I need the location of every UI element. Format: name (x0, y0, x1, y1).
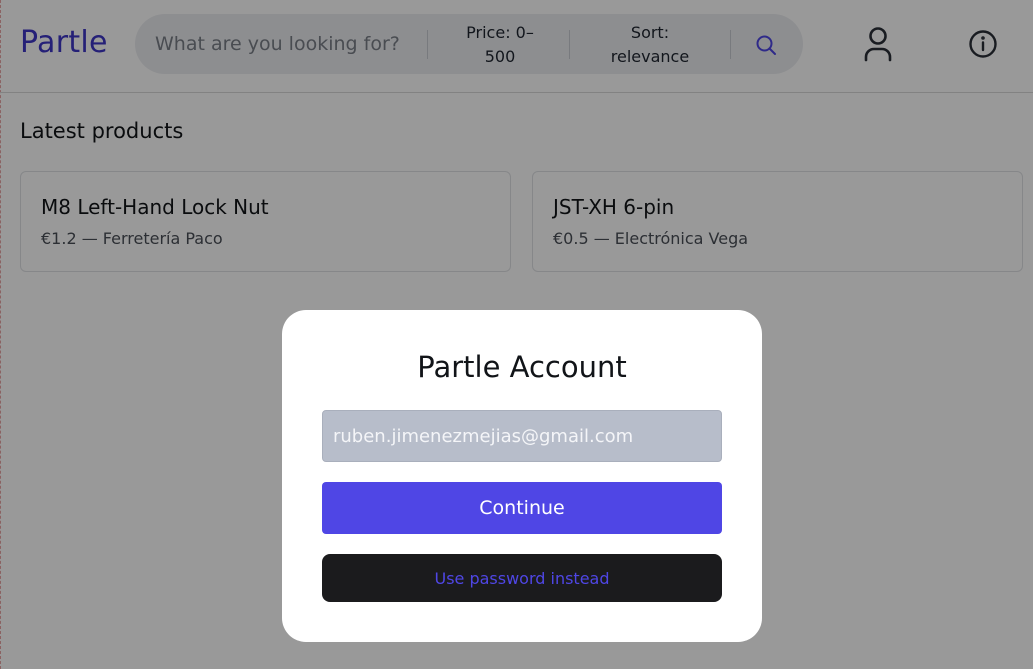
email-field[interactable] (322, 410, 722, 462)
modal-title: Partle Account (417, 350, 627, 384)
account-modal: Partle Account Continue Use password ins… (282, 310, 762, 642)
page: Partle Price: 0– 500 Sort: relevance (0, 0, 1033, 669)
use-password-button[interactable]: Use password instead (322, 554, 722, 602)
continue-button[interactable]: Continue (322, 482, 722, 534)
